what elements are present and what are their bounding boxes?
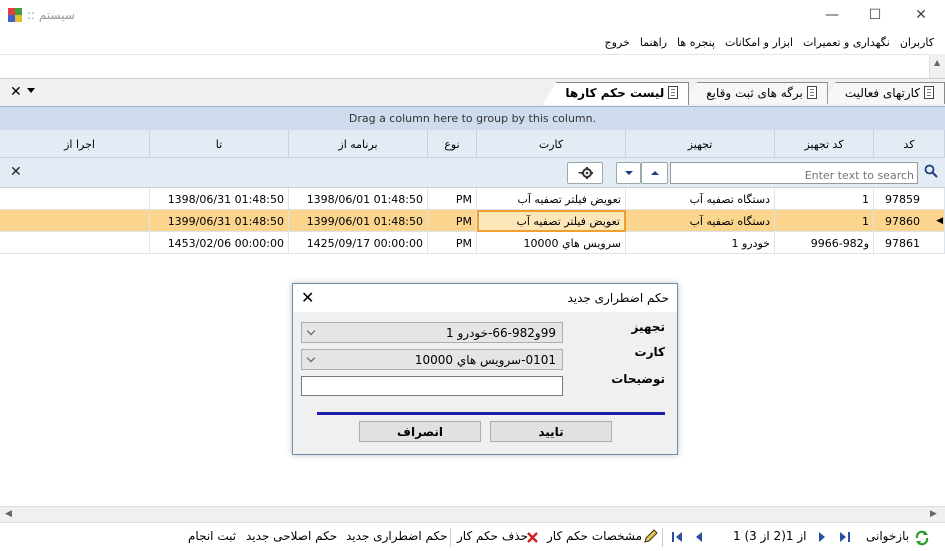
close-button[interactable]: ✕ xyxy=(898,0,944,30)
document-icon xyxy=(924,86,934,99)
search-icon[interactable] xyxy=(924,164,938,178)
column-header-equipment[interactable]: تجهیز xyxy=(626,130,775,158)
refresh-button[interactable]: بازخوانی xyxy=(866,529,909,543)
horizontal-scrollbar[interactable]: ◀ ▶ xyxy=(0,506,945,522)
equipment-select[interactable]: 99و982-66-خودرو 1 xyxy=(301,322,563,343)
dialog-title-bar: حکم اضطراری جدید ✕ xyxy=(293,284,677,312)
maximize-button[interactable]: ☐ xyxy=(852,0,898,30)
tab-work-orders[interactable]: لیست حکم کارها xyxy=(542,82,690,105)
table-row[interactable]: 97859 1 دستگاه تصفیه آب تعویض فیلتر تصفی… xyxy=(0,188,945,210)
tab-dropdown-icon[interactable] xyxy=(27,88,35,93)
register-execution-button[interactable]: ثبت انجام xyxy=(188,529,236,543)
column-header-to[interactable]: تا xyxy=(150,130,289,158)
progress-bar xyxy=(317,412,665,415)
menu-bar: کاربران نگهداری و تعمیرات ابزار و امکانا… xyxy=(0,32,945,54)
focused-cell[interactable]: تعویض فیلتر تصفیه آب xyxy=(477,210,626,232)
column-header-equipment-code[interactable]: کد تجهیز xyxy=(775,130,874,158)
column-header-executed-from[interactable]: اجرا از xyxy=(10,130,150,158)
last-page-icon[interactable] xyxy=(838,531,852,543)
menu-exit[interactable]: خروج xyxy=(600,32,635,54)
separator xyxy=(450,528,451,547)
equipment-label: تجهیز xyxy=(631,320,665,334)
menu-tools[interactable]: ابزار و امکانات xyxy=(720,32,798,54)
notes-input[interactable] xyxy=(301,376,563,396)
chevron-down-icon xyxy=(306,326,316,336)
chevron-down-icon xyxy=(306,353,316,363)
close-icon: ✕ xyxy=(915,7,927,23)
page-info: 1 از 1(2 از 3) xyxy=(733,529,807,543)
toolstrip xyxy=(0,54,945,78)
app-icon xyxy=(8,8,22,22)
search-up-button[interactable] xyxy=(641,162,668,184)
table-row-selected[interactable]: ◀ 97860 1 دستگاه تصفیه آب تعویض فیلتر تص… xyxy=(0,210,945,232)
notes-label: توضیحات xyxy=(611,372,665,386)
scroll-right-icon[interactable]: ▶ xyxy=(930,509,937,519)
new-corrective-order-button[interactable]: حکم اصلاحی جدید xyxy=(246,529,337,543)
first-page-icon[interactable] xyxy=(670,531,684,543)
column-header-card[interactable]: کارت xyxy=(477,130,626,158)
document-icon xyxy=(668,86,679,99)
cancel-button[interactable]: انصراف xyxy=(359,421,481,442)
filter-row: ✕ xyxy=(0,158,945,188)
separator xyxy=(662,528,663,547)
dialog-title: حکم اضطراری جدید xyxy=(567,291,669,305)
new-emergency-order-dialog: حکم اضطراری جدید ✕ تجهیز 99و982-66-خودرو… xyxy=(292,283,678,455)
menu-help[interactable]: راهنما xyxy=(635,32,672,54)
table-row[interactable]: 97861 99و982-66 خودرو 1 سرویس هاي 10000 … xyxy=(0,232,945,254)
vertical-scrollbar[interactable]: ▲ xyxy=(929,54,945,78)
tab-close-icon[interactable]: ✕ xyxy=(10,84,22,100)
previous-page-icon[interactable] xyxy=(694,531,704,543)
card-label: کارت xyxy=(634,345,665,359)
menu-users[interactable]: کاربران xyxy=(895,32,939,54)
scroll-up-icon: ▲ xyxy=(934,58,941,67)
minimize-button[interactable]: — xyxy=(809,0,855,30)
scroll-left-icon[interactable]: ◀ xyxy=(5,509,12,519)
clear-filter-icon[interactable]: ✕ xyxy=(10,164,22,180)
group-by-panel[interactable]: Drag a column here to group by this colu… xyxy=(0,106,945,130)
document-icon xyxy=(806,86,817,99)
menu-maintenance[interactable]: نگهداری و تعمیرات xyxy=(798,32,895,54)
tab-activity-cards[interactable]: کارتهای فعالیت xyxy=(821,82,945,104)
new-emergency-order-button[interactable]: حکم اضطراری جدید xyxy=(346,529,448,543)
search-down-button[interactable] xyxy=(616,162,641,184)
gear-icon xyxy=(578,167,593,179)
pencil-icon xyxy=(644,529,658,543)
document-tabs: کارتهای فعالیت برگه های ثبت وقایع لیست ح… xyxy=(542,82,945,105)
arrow-down-icon xyxy=(624,171,633,175)
window-title: :: سیستم xyxy=(27,8,75,22)
settings-button[interactable] xyxy=(567,162,603,184)
tab-event-logs[interactable]: برگه های ثبت وقایع xyxy=(683,82,828,104)
grid-header: کد کد تجهیز تجهیز کارت نوع برنامه از تا … xyxy=(0,130,945,158)
card-select[interactable]: 0101-سرويس هاي 10000 xyxy=(301,349,563,370)
action-bar: بازخوانی 1 از 1(2 از 3) مشخصات حکم کار ح… xyxy=(0,522,945,551)
delete-work-order-button[interactable]: حذف حکم کار xyxy=(457,529,528,543)
maximize-icon: ☐ xyxy=(868,7,882,23)
arrow-up-icon xyxy=(650,171,659,175)
search-input[interactable] xyxy=(670,162,918,184)
column-header-code[interactable]: کد xyxy=(874,130,945,158)
dialog-close-icon[interactable]: ✕ xyxy=(301,288,314,307)
menu-windows[interactable]: پنجره ها xyxy=(672,32,720,54)
confirm-button[interactable]: تایید xyxy=(490,421,612,442)
column-header-type[interactable]: نوع xyxy=(428,130,477,158)
title-bar: :: سیستم — ☐ ✕ xyxy=(0,0,945,30)
next-page-icon[interactable] xyxy=(817,531,827,543)
work-order-details-button[interactable]: مشخصات حکم کار xyxy=(547,529,642,543)
column-header-schedule-from[interactable]: برنامه از xyxy=(289,130,428,158)
refresh-icon xyxy=(915,530,929,546)
minimize-icon: — xyxy=(825,7,839,23)
